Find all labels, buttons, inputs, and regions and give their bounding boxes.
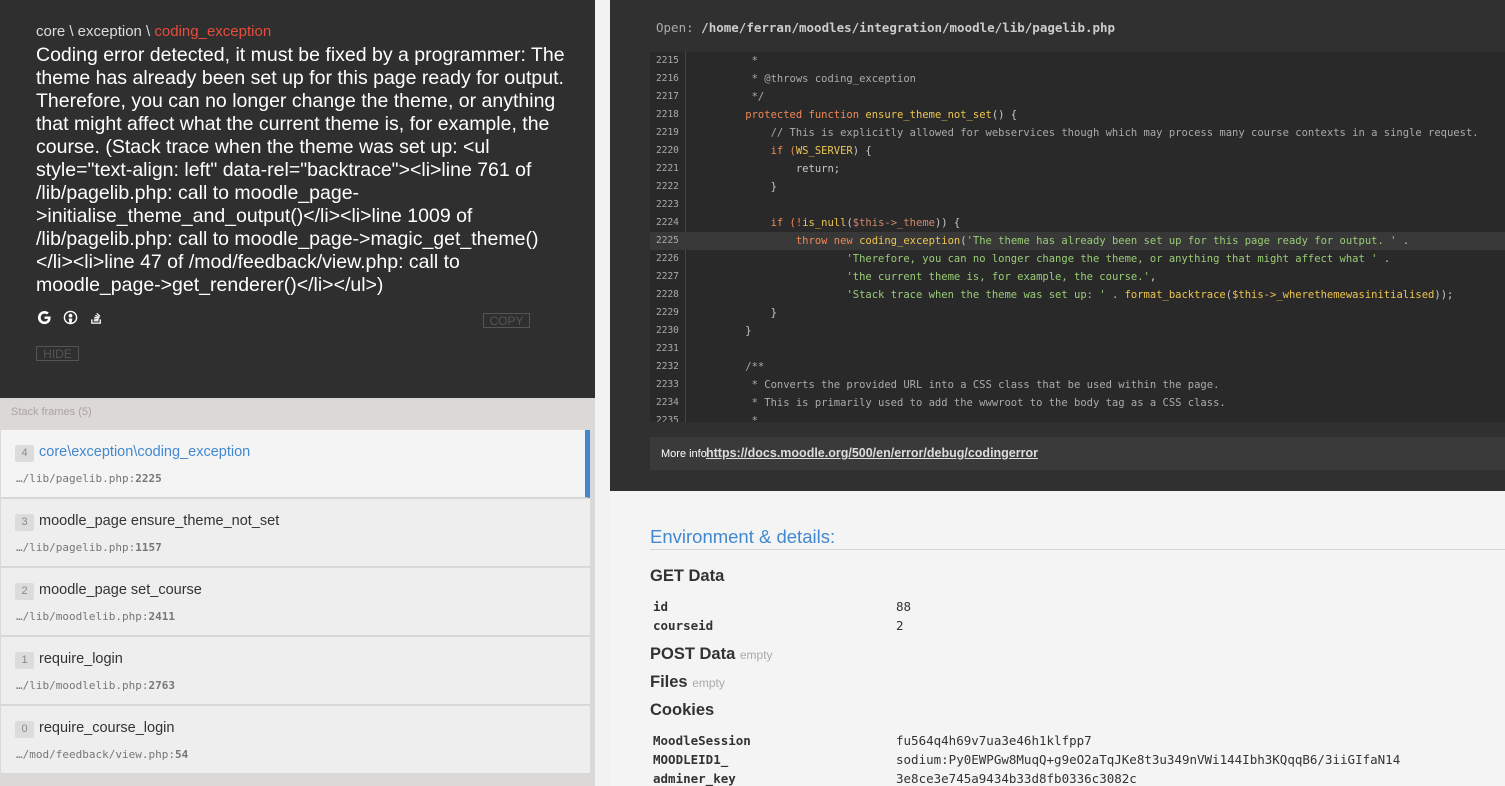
stack-frames-header: Stack frames (5) [11, 406, 92, 418]
frame-file: …/lib/moodlelib.php:2411 [16, 610, 175, 623]
code-line: 2217 */ [656, 91, 765, 103]
exception-class: coding_exception [154, 23, 272, 40]
exception-header: core \ exception \ coding_exception Codi… [0, 0, 595, 398]
cookie-row: MoodleSession fu564q4h69v7ua3e46h1klfpp7 [653, 733, 1092, 748]
stack-frame[interactable]: 3 moodle_page ensure_theme_not_set …/lib… [1, 499, 590, 567]
get-data-heading: GET Data [650, 567, 725, 585]
cookies-heading: Cookies [650, 701, 715, 719]
file-path[interactable]: Open: /home/ferran/moodles/integration/m… [656, 20, 1115, 35]
code-line: 2215 * [656, 55, 758, 67]
stackoverflow-icon[interactable] [88, 309, 104, 325]
stack-frame[interactable]: 1 require_login …/lib/moodlelib.php:2763 [1, 637, 590, 705]
frame-index: 2 [15, 583, 34, 600]
file-path-value: /home/ferran/moodles/integration/moodle/… [701, 20, 1116, 35]
code-line: 2229 } [656, 307, 777, 319]
frame-file: …/mod/feedback/view.php:54 [16, 748, 189, 761]
code-line: 2220 if (WS_SERVER) { [656, 145, 872, 157]
code-panel: Open: /home/ferran/moodles/integration/m… [610, 0, 1505, 491]
frame-file: …/lib/moodlelib.php:2763 [16, 679, 175, 692]
code-line: 2224 if (!is_null($this->_theme)) { [656, 217, 961, 229]
frame-class: require_course_login [39, 720, 175, 736]
highlighted-code-line: 2225 throw new coding_exception('The the… [650, 232, 1505, 250]
stack-frame[interactable]: 0 require_course_login …/mod/feedback/vi… [1, 706, 590, 774]
post-data-heading: POST Data empty [650, 645, 773, 663]
files-heading: Files empty [650, 673, 725, 691]
frame-class: core\exception\coding_exception [39, 444, 251, 460]
code-line: 2232 /** [656, 361, 765, 373]
frame-index: 1 [15, 652, 34, 669]
environment-title: Environment & details: [650, 526, 836, 547]
more-info-label: More info [661, 448, 707, 460]
open-label: Open: [656, 20, 694, 35]
code-line: 2226 'Therefore, you can no longer chang… [656, 253, 1391, 265]
code-line: 2233 * Converts the provided URL into a … [656, 379, 1220, 391]
exception-namespace: core \ exception \ [36, 23, 151, 40]
code-line: 2228 'Stack trace when the theme was set… [656, 289, 1454, 301]
environment-panel: Environment & details: GET Data id 88 cou… [610, 491, 1505, 786]
code-line: 2235 * [656, 415, 758, 422]
frame-index: 3 [15, 514, 34, 531]
stack-frame[interactable]: 2 moodle_page set_course …/lib/moodlelib… [1, 568, 590, 636]
code-line: 2218 protected function ensure_theme_not… [656, 109, 1018, 121]
code-line: 2230 } [656, 325, 752, 337]
frame-file: …/lib/pagelib.php:1157 [16, 541, 162, 554]
stack-frame[interactable]: 4 core\exception\coding_exception …/lib/… [1, 430, 590, 498]
search-links [36, 309, 104, 325]
exception-message: Coding error detected, it must be fixed … [36, 44, 565, 296]
cookie-row: MOODLEID1_ sodium:Py0EWPGw8MuqQ+g9eO2aTqJ… [653, 752, 1401, 767]
code-line: 2219 // This is explicitly allowed for w… [656, 127, 1479, 139]
exception-breadcrumb: core \ exception \ coding_exception [36, 23, 271, 40]
code-line: 2234 * This is primarily used to add the… [656, 397, 1226, 409]
duckduckgo-icon[interactable] [62, 309, 78, 325]
frame-class: moodle_page ensure_theme_not_set [39, 513, 280, 529]
code-line: 2227 'the current theme is, for example,… [656, 271, 1157, 283]
get-data-row: courseid 2 [653, 618, 904, 633]
more-info-link[interactable]: https://docs.moodle.org/500/en/error/deb… [706, 446, 1038, 460]
hide-button[interactable]: HIDE [36, 346, 79, 361]
frame-file: …/lib/pagelib.php:2225 [16, 472, 162, 485]
frame-index: 0 [15, 721, 34, 738]
more-info-bar: More info https://docs.moodle.org/500/en… [650, 437, 1505, 470]
frame-index: 4 [15, 445, 34, 462]
stack-frames-panel: Stack frames (5) 4 core\exception\coding… [0, 398, 595, 786]
code-line: 2221 return; [656, 163, 841, 175]
divider [650, 549, 1505, 550]
cookie-row: adminer_key 3e8ce3e745a9434b33d8fb0336c30… [653, 771, 1137, 786]
google-icon[interactable] [36, 309, 52, 325]
frame-class: moodle_page set_course [39, 582, 202, 598]
code-block: 2215 * 2216 * @throws coding_exception 2… [650, 52, 1505, 422]
code-line: 2222 } [656, 181, 777, 193]
frame-class: require_login [39, 651, 123, 667]
get-data-row: id 88 [653, 599, 912, 614]
code-line: 2216 * @throws coding_exception [656, 73, 916, 85]
copy-button[interactable]: COPY [483, 313, 530, 328]
code-line: 2223 [656, 199, 679, 210]
code-line: 2231 [656, 343, 679, 354]
